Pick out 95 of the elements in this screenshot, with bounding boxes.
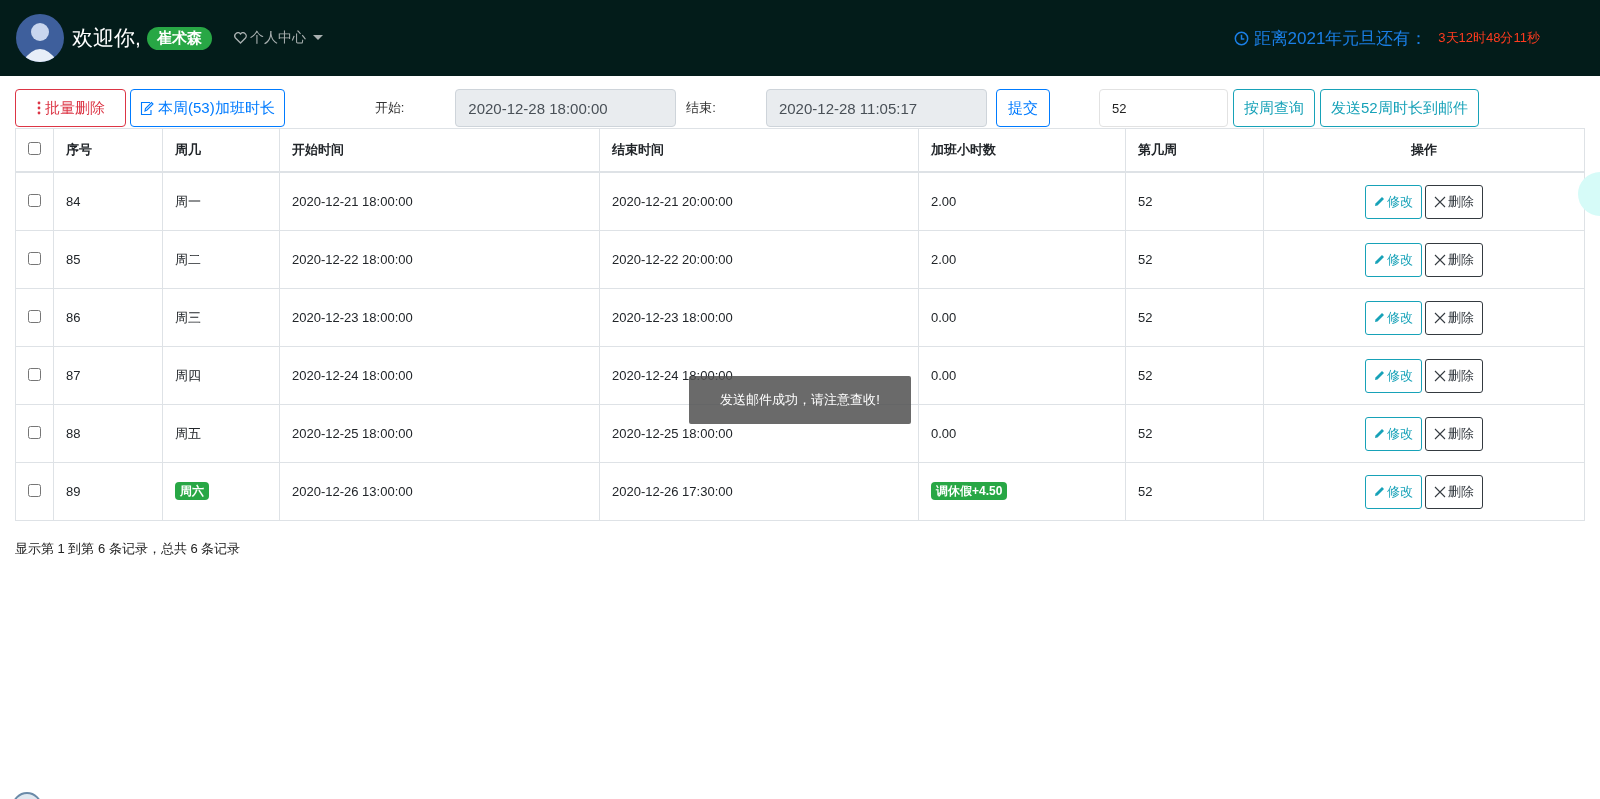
- welcome-text: 欢迎你,: [72, 25, 141, 51]
- row-checkbox[interactable]: [28, 251, 41, 265]
- start-label: 开始:: [374, 99, 405, 117]
- pencil-icon: [1374, 196, 1385, 207]
- send-email-button[interactable]: 发送52周时长到邮件: [1319, 89, 1479, 127]
- avatar: [16, 14, 64, 62]
- edit-button[interactable]: 修改: [1365, 474, 1422, 509]
- more-icon: [36, 101, 41, 115]
- end-label: 结束:: [686, 99, 716, 117]
- row-checkbox[interactable]: [28, 193, 41, 207]
- close-icon: [1434, 427, 1446, 440]
- table-cell: 2020-12-25 18:00:00: [279, 404, 600, 463]
- table-cell: 2.00: [918, 230, 1126, 289]
- select-all-checkbox[interactable]: [28, 142, 41, 155]
- delete-button[interactable]: 删除: [1425, 416, 1483, 451]
- personal-center-menu[interactable]: 个人中心: [233, 29, 323, 47]
- table-cell: 85: [53, 230, 163, 289]
- table-cell: 周三: [162, 288, 280, 347]
- table-cell: 0.00: [918, 288, 1126, 347]
- pencil-icon: [1374, 486, 1385, 497]
- table-cell: 84: [53, 172, 163, 231]
- record-summary: 显示第 1 到第 6 条记录，总共 6 条记录: [15, 541, 241, 556]
- countdown-value: 3天12时48分11秒: [1438, 29, 1540, 47]
- delete-button[interactable]: 删除: [1425, 300, 1483, 335]
- table-cell: 52: [1125, 288, 1264, 347]
- table-cell: 0.00: [918, 346, 1126, 405]
- column-header: 开始时间: [279, 128, 600, 172]
- table-cell: 52: [1125, 404, 1264, 463]
- table-cell: 87: [53, 346, 163, 405]
- table-cell: 89: [53, 462, 163, 521]
- table-cell: 周五: [162, 404, 280, 463]
- delete-button[interactable]: 删除: [1425, 184, 1483, 219]
- weekday-badge: 周六: [175, 482, 209, 500]
- submit-button[interactable]: 提交: [995, 89, 1050, 127]
- row-checkbox[interactable]: [28, 309, 41, 323]
- edit-button[interactable]: 修改: [1365, 416, 1422, 451]
- table-cell: 2020-12-24 18:00:00: [279, 346, 600, 405]
- week-field[interactable]: 52: [1098, 89, 1228, 127]
- column-header: 序号: [53, 128, 163, 172]
- edit-button[interactable]: 修改: [1365, 300, 1422, 335]
- edit-icon: [140, 100, 154, 116]
- table-cell: 周二: [162, 230, 280, 289]
- row-checkbox[interactable]: [28, 425, 41, 439]
- table-cell: 2020-12-23 18:00:00: [599, 288, 919, 347]
- edit-button[interactable]: 修改: [1365, 358, 1422, 393]
- table-cell: 周一: [162, 172, 280, 231]
- table-cell: 88: [53, 404, 163, 463]
- close-icon: [1434, 253, 1446, 266]
- close-icon: [1434, 311, 1446, 324]
- table-cell: 2020-12-26 17:30:00: [599, 462, 919, 521]
- heart-icon: [233, 32, 247, 44]
- table-cell: 52: [1125, 462, 1264, 521]
- pencil-icon: [1374, 254, 1385, 265]
- username-badge: 崔术森: [146, 26, 212, 50]
- column-header: 结束时间: [599, 128, 919, 172]
- table-cell: 2020-12-22 20:00:00: [599, 230, 919, 289]
- end-time-field[interactable]: 2020-12-28 11:05:17: [765, 89, 987, 127]
- table-cell: 2.00: [918, 172, 1126, 231]
- close-icon: [1434, 369, 1446, 382]
- delete-button[interactable]: 删除: [1425, 358, 1483, 393]
- column-header: 第几周: [1125, 128, 1264, 172]
- start-time-field[interactable]: 2020-12-28 18:00:00: [455, 89, 677, 127]
- toast-message: 发送邮件成功，请注意查收!: [689, 376, 911, 424]
- table-cell: 0.00: [918, 404, 1126, 463]
- pencil-icon: [1374, 312, 1385, 323]
- week-hours-button[interactable]: 本周(53)加班时长: [130, 89, 285, 127]
- close-icon: [1434, 195, 1446, 208]
- table-cell: 2020-12-21 20:00:00: [599, 172, 919, 231]
- row-checkbox[interactable]: [28, 483, 41, 497]
- table-cell: 86: [53, 288, 163, 347]
- table-cell: 52: [1125, 172, 1264, 231]
- edit-button[interactable]: 修改: [1365, 242, 1422, 277]
- edit-button[interactable]: 修改: [1365, 184, 1422, 219]
- table-cell: 2020-12-23 18:00:00: [279, 288, 600, 347]
- table-cell: 周四: [162, 346, 280, 405]
- pencil-icon: [1374, 428, 1385, 439]
- batch-delete-button[interactable]: 批量删除: [15, 89, 126, 127]
- table-cell: 52: [1125, 230, 1264, 289]
- table-cell: 2020-12-22 18:00:00: [279, 230, 600, 289]
- delete-button[interactable]: 删除: [1425, 474, 1483, 509]
- countdown-label: 距离2021年元旦还有：: [1253, 27, 1428, 50]
- table-cell: 2020-12-21 18:00:00: [279, 172, 600, 231]
- close-icon: [1434, 485, 1446, 498]
- table-cell: 52: [1125, 346, 1264, 405]
- column-header: 加班小时数: [918, 128, 1126, 172]
- hours-badge: 调休假+4.50: [931, 482, 1008, 500]
- table-cell: 2020-12-26 13:00:00: [279, 462, 600, 521]
- column-header: 操作: [1263, 128, 1585, 172]
- clock-icon: [1233, 30, 1249, 46]
- delete-button[interactable]: 删除: [1425, 242, 1483, 277]
- pencil-icon: [1374, 370, 1385, 381]
- query-button[interactable]: 按周查询: [1232, 89, 1315, 127]
- column-header: 周几: [162, 128, 280, 172]
- caret-icon: [312, 35, 323, 41]
- row-checkbox[interactable]: [28, 367, 41, 381]
